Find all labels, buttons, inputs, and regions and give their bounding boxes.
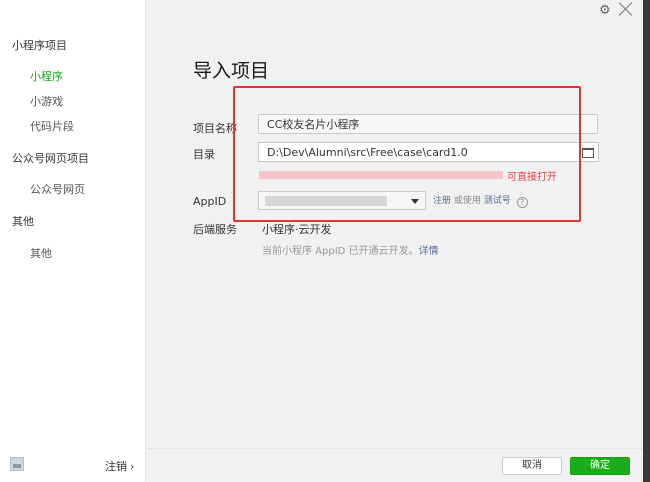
avatar[interactable] [10,457,24,471]
sidebar-footer: 注销 › [0,448,146,482]
appid-label: AppID [193,195,227,208]
folder-icon[interactable] [582,148,594,158]
directory-error-path [259,171,503,179]
window-edge [643,0,650,482]
sidebar-group-official-web: 公众号网页项目 [12,152,89,165]
directory-error-text: 可直接打开 [507,172,557,183]
sidebar-group-miniprogram: 小程序项目 [12,39,67,52]
cloud-details-link[interactable]: 详情 [419,246,439,257]
page-title: 导入项目 [193,60,270,82]
sidebar-item-other[interactable]: 其他 [30,245,52,261]
logout-label: 注销 [105,460,127,473]
sidebar: 小程序项目 小程序 小游戏 代码片段 公众号网页项目 公众号网页 其他 其他 注… [0,0,146,482]
backend-service-value: 小程序·云开发 [262,223,332,236]
cancel-button[interactable]: 取消 [502,457,562,475]
sidebar-group-other: 其他 [12,215,34,228]
backend-service-label: 后端服务 [193,223,237,236]
help-circle-icon[interactable]: ? [516,197,528,208]
project-name-label: 项目名称 [193,122,237,135]
appid-select[interactable] [258,191,426,210]
gear-icon[interactable]: ⚙ [599,3,611,18]
directory-input[interactable] [258,142,599,162]
appid-blurred-value [265,196,387,206]
logout-button[interactable]: 注销 › [105,458,134,474]
or-use-text: 或使用 [453,196,481,206]
appid-links: 注册 或使用 测试号 ? [433,193,528,208]
sidebar-item-code-snippet[interactable]: 代码片段 [30,118,74,134]
test-account-link[interactable]: 测试号 [484,196,511,206]
cloud-hint: 当前小程序 AppID 已开通云开发。详情 [262,242,439,257]
sidebar-item-official-web[interactable]: 公众号网页 [30,181,85,197]
close-icon[interactable] [618,1,634,17]
register-link[interactable]: 注册 [433,196,451,206]
cloud-hint-text: 当前小程序 AppID 已开通云开发。 [262,246,419,257]
directory-label: 目录 [193,148,215,161]
confirm-button[interactable]: 确定 [570,457,630,475]
chevron-right-icon: › [130,460,135,473]
caret-down-icon [411,199,419,204]
project-name-input[interactable] [258,114,598,134]
sidebar-item-minigame[interactable]: 小游戏 [30,93,63,109]
sidebar-item-miniprogram[interactable]: 小程序 [30,68,63,84]
